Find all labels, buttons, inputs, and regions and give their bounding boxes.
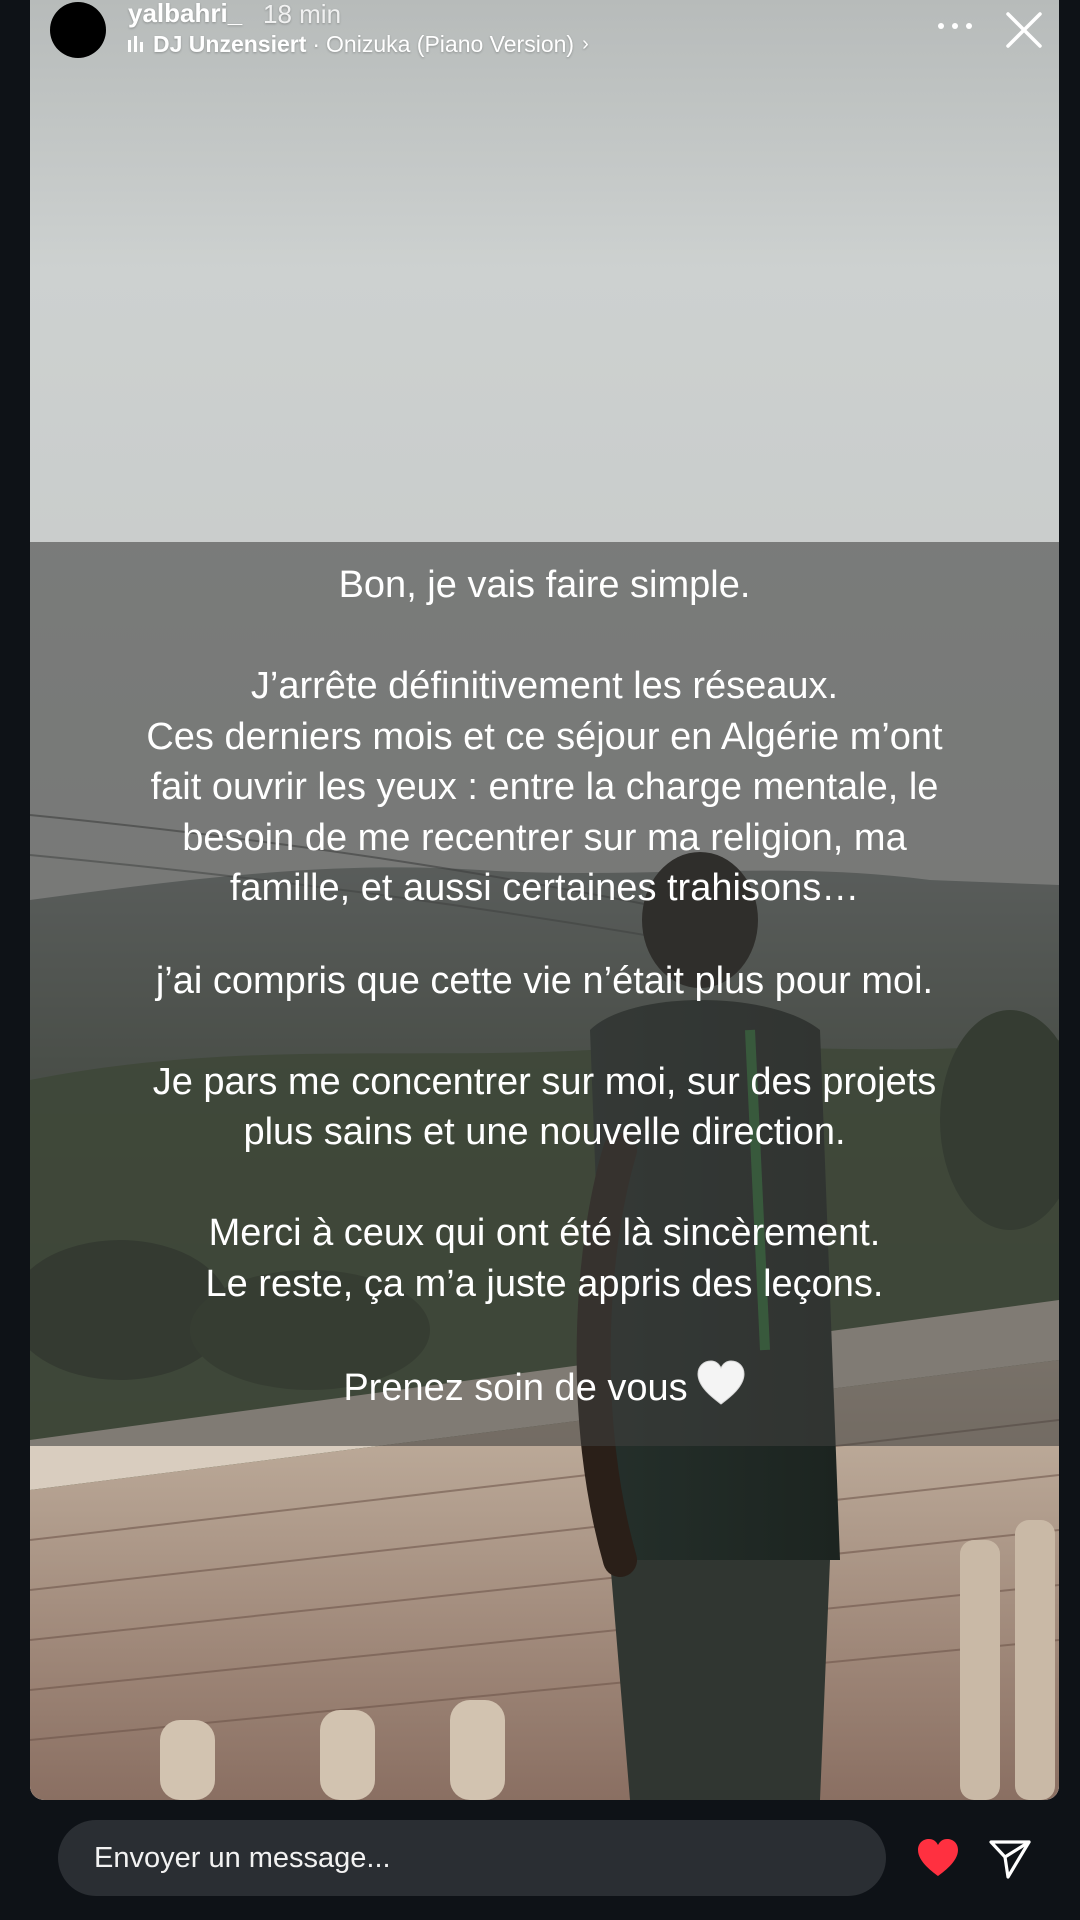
- story-line: besoin de me recentrer sur ma religion, …: [182, 816, 907, 859]
- story-closing-line: Prenez soin de vous: [30, 1359, 1059, 1420]
- more-options-button[interactable]: [938, 14, 972, 38]
- close-icon: [1006, 12, 1042, 48]
- post-time: 18 min: [263, 0, 342, 29]
- white-heart-icon: [696, 1359, 746, 1420]
- music-attribution[interactable]: DJ Unzensiert · Onizuka (Piano Version) …: [128, 30, 589, 58]
- story-text: Bon, je vais faire simple. J’arrête défi…: [30, 560, 1059, 1419]
- story-line: famille, et aussi certaines trahisons…: [229, 867, 860, 909]
- story-line: Bon, je vais faire simple.: [338, 564, 751, 606]
- send-button[interactable]: [988, 1838, 1032, 1880]
- like-button[interactable]: [916, 1838, 960, 1878]
- music-track: Onizuka (Piano Version): [326, 30, 575, 57]
- story-line: plus sains et une nouvelle direction.: [243, 1111, 846, 1153]
- heart-icon: [918, 1839, 958, 1876]
- story-line: Merci à ceux qui ont été là sincèrement.: [208, 1212, 881, 1254]
- chevron-right-icon: ›: [582, 32, 589, 55]
- music-separator: ·: [312, 30, 321, 57]
- story-line: Le reste, ça m’a juste appris des leçons…: [205, 1262, 884, 1305]
- message-input[interactable]: [58, 1820, 886, 1896]
- story-line: Je pars me concentrer sur moi, sur des p…: [152, 1060, 937, 1103]
- story-card[interactable]: Bon, je vais faire simple. J’arrête défi…: [30, 0, 1059, 1800]
- story-line: Prenez soin de vous: [343, 1366, 688, 1409]
- story-line: Ces derniers mois et ce séjour en Algéri…: [146, 715, 943, 758]
- username[interactable]: yalbahri_: [128, 0, 242, 29]
- story-line: j’ai compris que cette vie n’était plus …: [155, 959, 934, 1002]
- close-button[interactable]: [1004, 10, 1044, 50]
- story-line: J’arrête définitivement les réseaux.: [250, 665, 839, 707]
- story-line: fait ouvrir les yeux : entre la charge m…: [150, 766, 939, 808]
- avatar[interactable]: [50, 2, 106, 58]
- story-screen: Bon, je vais faire simple. J’arrête défi…: [0, 0, 1080, 1920]
- music-artist: DJ Unzensiert: [153, 30, 307, 57]
- story-header: yalbahri_ 18 min DJ Unzensiert · Onizuka…: [0, 0, 1080, 70]
- send-icon: [989, 1840, 1031, 1879]
- more-horizontal-icon: [938, 23, 944, 29]
- music-bars-icon: [128, 36, 143, 52]
